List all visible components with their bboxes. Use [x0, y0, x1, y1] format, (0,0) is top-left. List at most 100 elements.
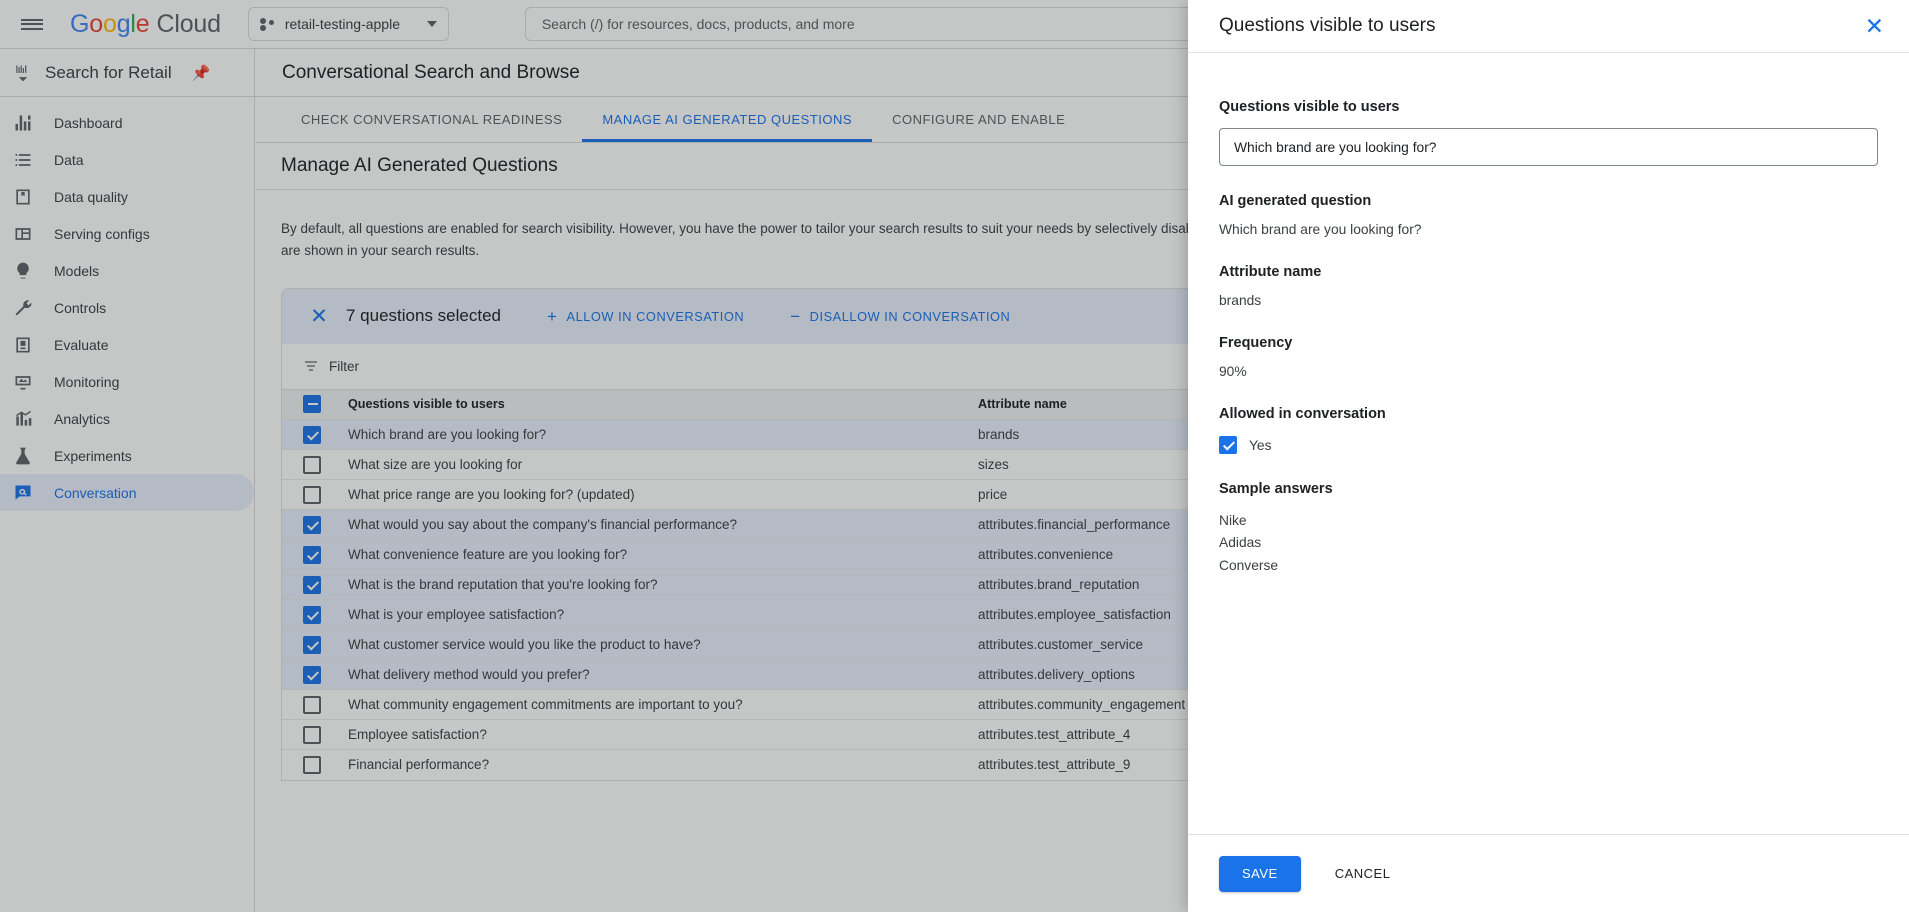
- allowed-checkbox-label: Yes: [1249, 438, 1272, 453]
- search-for-retail-icon: [13, 63, 33, 83]
- allowed-checkbox[interactable]: [1219, 436, 1237, 454]
- search-placeholder: Search (/) for resources, docs, products…: [542, 16, 855, 32]
- sample-answers-group: Sample answers NikeAdidasConverse: [1219, 481, 1878, 577]
- row-question: What size are you looking for: [348, 450, 978, 480]
- sidebar-item-experiments[interactable]: Experiments: [0, 437, 254, 474]
- allow-in-conversation-button[interactable]: + ALLOW IN CONVERSATION: [547, 308, 744, 325]
- row-checkbox[interactable]: [303, 696, 321, 714]
- sample-answer: Converse: [1219, 555, 1878, 577]
- disallow-in-conversation-button[interactable]: − DISALLOW IN CONVERSATION: [790, 308, 1010, 325]
- row-checkbox[interactable]: [303, 756, 321, 774]
- sidebar-item-label: Serving configs: [54, 226, 150, 242]
- sidebar-item-data[interactable]: Data: [0, 141, 254, 178]
- cloud-wordmark: Cloud: [156, 10, 220, 38]
- filter-label: Filter: [329, 359, 359, 374]
- tab-1[interactable]: CHECK CONVERSATIONAL READINESS: [281, 97, 582, 142]
- allowed-checkbox-row[interactable]: Yes: [1219, 436, 1878, 454]
- sidebar: Dashboard Data Data quality Serving configs…: [0, 97, 255, 912]
- question-text-input-value: Which brand are you looking for?: [1234, 140, 1436, 155]
- frequency-value: 90%: [1219, 364, 1878, 379]
- product-identity: Search for Retail 📌: [0, 49, 255, 96]
- sidebar-item-label: Data: [54, 152, 84, 168]
- row-checkbox-cell[interactable]: [282, 420, 348, 450]
- row-checkbox[interactable]: [303, 516, 321, 534]
- list-icon: [13, 150, 33, 170]
- select-all-checkbox[interactable]: [303, 395, 321, 413]
- question-field-group: Questions visible to users Which brand a…: [1219, 99, 1878, 166]
- row-checkbox-cell[interactable]: [282, 600, 348, 630]
- row-question: What is your employee satisfaction?: [348, 600, 978, 630]
- row-checkbox[interactable]: [303, 726, 321, 744]
- sidebar-item-label: Experiments: [54, 448, 132, 464]
- allowed-group: Allowed in conversation Yes: [1219, 406, 1878, 454]
- frequency-label: Frequency: [1219, 335, 1878, 351]
- save-button[interactable]: SAVE: [1219, 856, 1301, 892]
- row-checkbox[interactable]: [303, 486, 321, 504]
- row-checkbox-cell[interactable]: [282, 750, 348, 780]
- tab-3[interactable]: CONFIGURE AND ENABLE: [872, 97, 1085, 142]
- hamburger-icon[interactable]: [8, 0, 56, 48]
- sidebar-item-conversation[interactable]: Conversation: [0, 474, 254, 511]
- row-question: What community engagement commitments ar…: [348, 690, 978, 720]
- chat-search-icon: [13, 483, 33, 503]
- tab-label: MANAGE AI GENERATED QUESTIONS: [602, 112, 852, 127]
- sample-answers-label: Sample answers: [1219, 481, 1878, 497]
- row-question: What convenience feature are you looking…: [348, 540, 978, 570]
- attribute-value: brands: [1219, 293, 1878, 308]
- sample-answer: Nike: [1219, 510, 1878, 532]
- row-checkbox-cell[interactable]: [282, 540, 348, 570]
- close-icon[interactable]: ✕: [1865, 15, 1884, 38]
- panel-title: Questions visible to users: [1219, 15, 1865, 37]
- cancel-button[interactable]: CANCEL: [1327, 856, 1399, 892]
- pin-icon[interactable]: 📌: [192, 64, 211, 82]
- question-text-input[interactable]: Which brand are you looking for?: [1219, 128, 1878, 166]
- selection-count: 7 questions selected: [346, 306, 501, 326]
- ai-question-value: Which brand are you looking for?: [1219, 222, 1878, 237]
- row-checkbox-cell[interactable]: [282, 570, 348, 600]
- sidebar-item-analytics[interactable]: Analytics: [0, 400, 254, 437]
- row-question: What would you say about the company's f…: [348, 510, 978, 540]
- ai-question-group: AI generated question Which brand are yo…: [1219, 193, 1878, 237]
- project-selector[interactable]: retail-testing-apple: [248, 7, 449, 41]
- row-checkbox-cell[interactable]: [282, 630, 348, 660]
- row-checkbox[interactable]: [303, 546, 321, 564]
- row-checkbox[interactable]: [303, 426, 321, 444]
- sidebar-item-monitoring[interactable]: Monitoring: [0, 363, 254, 400]
- row-checkbox-cell[interactable]: [282, 510, 348, 540]
- row-checkbox-cell[interactable]: [282, 480, 348, 510]
- ai-question-label: AI generated question: [1219, 193, 1878, 209]
- row-checkbox-cell[interactable]: [282, 450, 348, 480]
- sample-answer: Adidas: [1219, 532, 1878, 554]
- sidebar-item-data-quality[interactable]: Data quality: [0, 178, 254, 215]
- tab-2[interactable]: MANAGE AI GENERATED QUESTIONS: [582, 97, 872, 142]
- google-cloud-logo[interactable]: GoogleCloud: [70, 10, 221, 39]
- row-checkbox-cell[interactable]: [282, 720, 348, 750]
- filter-icon: [303, 358, 319, 374]
- row-checkbox[interactable]: [303, 606, 321, 624]
- sidebar-item-models[interactable]: Models: [0, 252, 254, 289]
- sidebar-item-evaluate[interactable]: Evaluate: [0, 326, 254, 363]
- dashboard-icon: [13, 113, 33, 133]
- question-field-label: Questions visible to users: [1219, 99, 1878, 115]
- question-detail-panel: Questions visible to users ✕ Questions v…: [1188, 0, 1909, 912]
- row-checkbox[interactable]: [303, 456, 321, 474]
- row-checkbox-cell[interactable]: [282, 690, 348, 720]
- row-checkbox[interactable]: [303, 576, 321, 594]
- sidebar-item-label: Controls: [54, 300, 106, 316]
- app-root: GoogleCloud retail-testing-apple Search …: [0, 0, 1909, 912]
- row-checkbox[interactable]: [303, 636, 321, 654]
- sidebar-item-serving-configs[interactable]: Serving configs: [0, 215, 254, 252]
- sidebar-item-controls[interactable]: Controls: [0, 289, 254, 326]
- close-icon[interactable]: ✕: [302, 299, 336, 333]
- sample-answers-list: NikeAdidasConverse: [1219, 510, 1878, 577]
- frequency-group: Frequency 90%: [1219, 335, 1878, 379]
- row-checkbox-cell[interactable]: [282, 660, 348, 690]
- sidebar-item-label: Conversation: [54, 485, 137, 501]
- tab-label: CONFIGURE AND ENABLE: [892, 112, 1065, 127]
- sidebar-item-dashboard[interactable]: Dashboard: [0, 104, 254, 141]
- row-checkbox[interactable]: [303, 666, 321, 684]
- lightbulb-icon: [13, 261, 33, 281]
- product-name: Search for Retail: [45, 63, 172, 83]
- column-header-question: Questions visible to users: [348, 390, 978, 420]
- row-question: What price range are you looking for? (u…: [348, 480, 978, 510]
